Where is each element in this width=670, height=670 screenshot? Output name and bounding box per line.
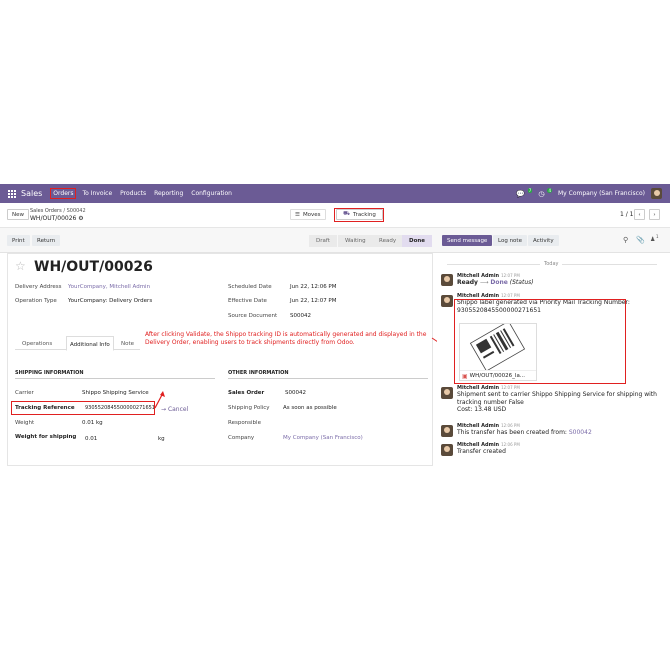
message-time: 12:07 PM <box>501 385 520 390</box>
message-avatar <box>441 425 453 437</box>
message-transfer-created: Mitchell Admin 12:06 PM Transfer created <box>457 442 667 456</box>
message-time: 12:06 PM <box>501 442 520 447</box>
arrow-right-icon: ⟶ <box>479 279 489 286</box>
message-cost: Cost: 13.48 USD <box>457 406 507 413</box>
message-time: 12:06 PM <box>501 423 520 428</box>
message-avatar <box>441 444 453 456</box>
status-suffix: (Status) <box>509 279 534 286</box>
message-shipment-sent: Mitchell Admin 12:07 PM Shipment sent to … <box>457 385 667 414</box>
message-body: This transfer has been created from: <box>457 429 567 436</box>
day-separator: Today <box>540 261 563 267</box>
status-from: Ready <box>457 279 478 286</box>
message-created-from: Mitchell Admin 12:06 PM This transfer has… <box>457 423 667 437</box>
label-message-highlight <box>454 299 626 384</box>
message-time: 12:07 PM <box>501 293 520 298</box>
message-status-change: Mitchell Admin 12:07 PM Ready ⟶ Done (Sta… <box>457 273 534 287</box>
message-body: Shipment sent to carrier Shippo Shipping… <box>457 391 657 406</box>
status-to: Done <box>490 279 508 286</box>
message-avatar <box>441 387 453 399</box>
chatter-panel: Today Mitchell Admin 12:07 PM Ready ⟶ Don… <box>437 253 670 466</box>
message-body: Transfer created <box>457 448 506 455</box>
message-time: 12:07 PM <box>501 273 520 278</box>
message-avatar <box>441 295 453 307</box>
message-link[interactable]: S00042 <box>569 429 592 436</box>
message-avatar <box>441 274 453 286</box>
